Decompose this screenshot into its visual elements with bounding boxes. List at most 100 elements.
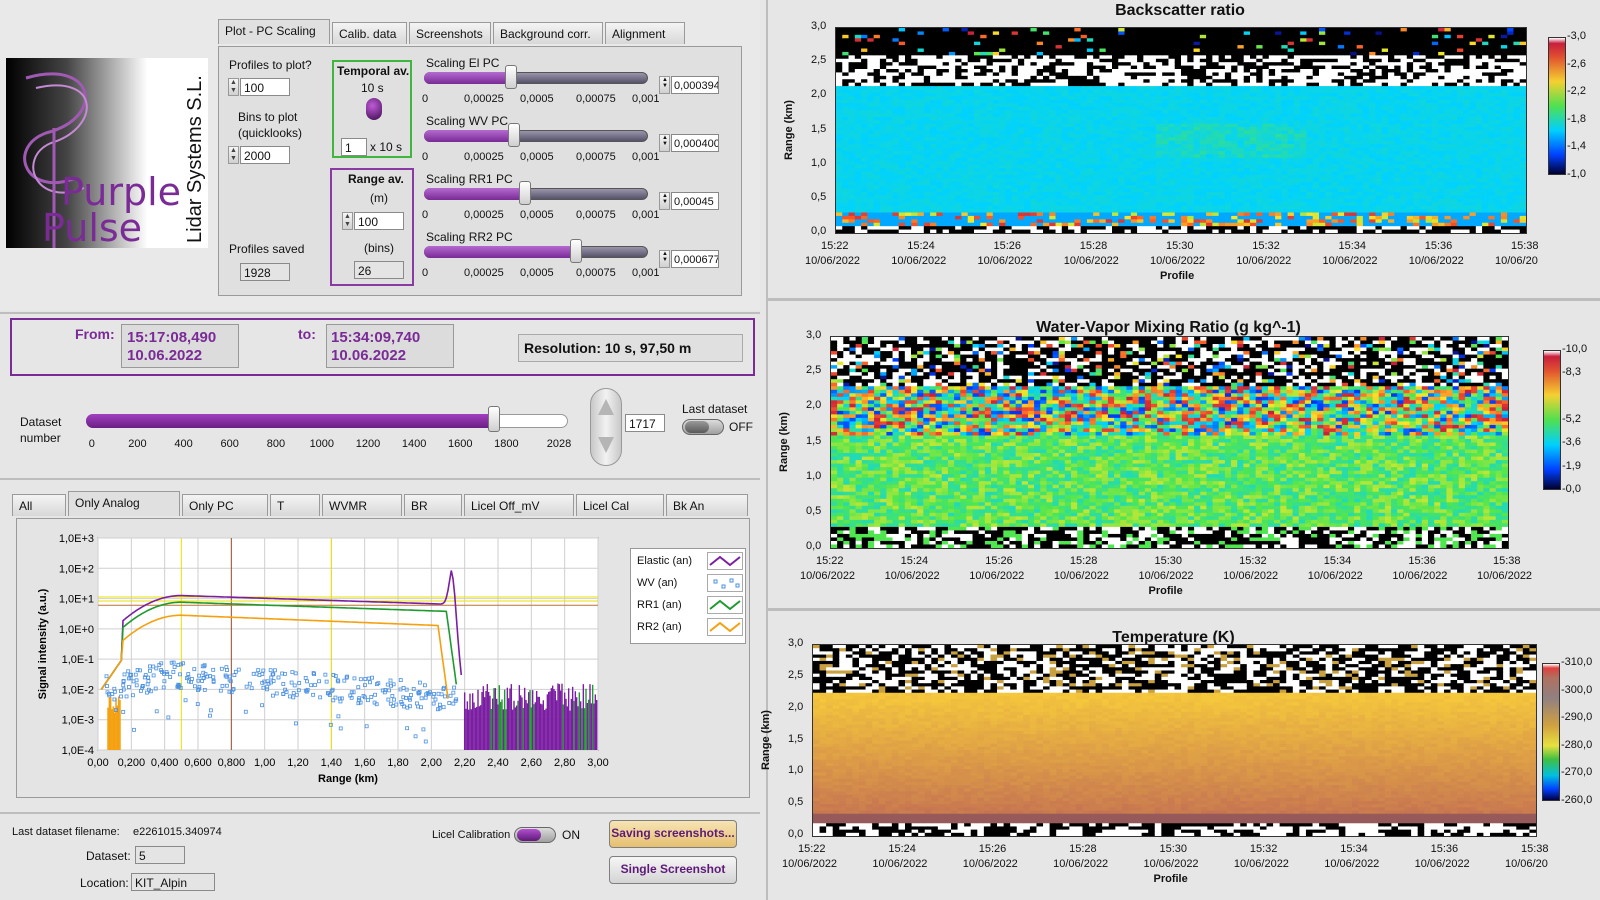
heatmap-x-tick-date: 10/06/2022 <box>1477 570 1532 582</box>
scaling-label: Scaling WV PC <box>426 114 508 128</box>
tab-screenshots[interactable]: Screenshots <box>409 22 491 44</box>
tab-licel-cal[interactable]: Licel Cal <box>576 494 664 516</box>
dataset-number-input[interactable]: 1717 <box>625 414 665 432</box>
settings-panel: Purple Pulse Lidar Systems S.L. Plot - P… <box>0 0 760 310</box>
profiles-to-plot-input[interactable]: 100 <box>240 78 290 96</box>
color-scale-tick: -270,0 <box>1561 766 1592 778</box>
x-tick-label: 1,40 <box>321 757 342 769</box>
from-time: 15:17:08,490 <box>127 329 216 346</box>
signal-legend: Elastic (an) WV (an) RR1 (an) RR2 (an) <box>630 548 746 644</box>
color-scale-tick: -1,8 <box>1567 113 1586 125</box>
dataset-tick-label: 1200 <box>356 438 380 450</box>
scaling-spinner[interactable]: ▲▼ <box>659 76 670 94</box>
legend-label: Elastic (an) <box>637 555 692 567</box>
tab-only-analog[interactable]: Only Analog <box>68 491 180 516</box>
dataset-tick-label: 600 <box>221 438 239 450</box>
licel-calibration-label: Licel Calibration <box>432 829 510 841</box>
heatmap-x-tick-date: 10/06/2022 <box>1139 570 1194 582</box>
heatmap-x-tick-date: 10/06/2022 <box>1392 570 1447 582</box>
color-scale-tick: -1,4 <box>1567 140 1586 152</box>
single-screenshot-button[interactable]: Single Screenshot <box>609 856 737 884</box>
heatmap-x-tick-date: 10/06/2022 <box>1409 255 1464 267</box>
to-label: to: <box>298 326 316 342</box>
stepper-down-icon[interactable] <box>598 437 614 453</box>
tab-background-corr[interactable]: Background corr. <box>493 22 603 44</box>
y-axis-label: Signal intensity (a.u.) <box>37 588 49 699</box>
heatmap-y-tick: 1,0 <box>806 470 821 482</box>
licel-calibration-toggle[interactable] <box>514 827 556 843</box>
temporal-av-knob[interactable] <box>366 98 382 120</box>
scaling-tick-label: 0,0005 <box>520 93 554 105</box>
dataset-slider-thumb[interactable] <box>488 406 501 432</box>
tab-only-pc[interactable]: Only PC <box>182 494 268 516</box>
tab-all[interactable]: All <box>12 494 66 516</box>
color-scale-bar <box>1542 663 1560 801</box>
location-value: KIT_Alpin <box>131 873 215 891</box>
scaling-tick-label: 0 <box>422 209 428 221</box>
profiles-to-plot-label: Profiles to plot? <box>229 58 312 72</box>
tab-licel-off[interactable]: Licel Off_mV <box>464 494 574 516</box>
color-scale-tick: -2,6 <box>1567 58 1586 70</box>
last-dataset-toggle[interactable] <box>682 419 724 435</box>
legend-label: RR1 (an) <box>637 599 682 611</box>
scaling-slider-thumb[interactable] <box>507 123 520 147</box>
x-tick-label: 2,40 <box>487 757 508 769</box>
color-scale-tick: -2,2 <box>1567 85 1586 97</box>
profiles-spinner[interactable]: ▲ ▼ <box>228 78 239 96</box>
color-scale-tick: -10,0 <box>1562 343 1587 355</box>
scaling-slider-thumb[interactable] <box>570 239 583 263</box>
heatmap-x-tick-date: 10/06/2022 <box>1144 858 1199 870</box>
heatmap-x-tick-date: 10/06/2022 <box>800 570 855 582</box>
saving-screenshots-button[interactable]: Saving screenshots... <box>609 820 737 848</box>
tab-calib-data[interactable]: Calib. data <box>332 22 407 44</box>
tab-plot-pc-scaling[interactable]: Plot - PC Scaling <box>218 19 330 44</box>
color-scale-tick: -300,0 <box>1561 684 1592 696</box>
heatmap-y-tick: 0,5 <box>806 505 821 517</box>
scaling-value-input[interactable]: 0,00045 <box>671 192 719 210</box>
tab-t[interactable]: T <box>270 494 320 516</box>
scaling-value-input[interactable]: 0,000394 <box>671 76 719 94</box>
heatmap-x-tick-time: 15:30 <box>1166 240 1194 252</box>
scaling-spinner[interactable]: ▲▼ <box>659 192 670 210</box>
scaling-tick-label: 0,00025 <box>464 267 504 279</box>
bins-input[interactable]: 2000 <box>240 146 290 164</box>
scaling-slider-thumb[interactable] <box>505 65 518 89</box>
scaling-spinner[interactable]: ▲▼ <box>659 134 670 152</box>
top-tab-strip: Plot - PC Scaling Calib. data Screenshot… <box>218 19 748 47</box>
heatmap-x-tick-time: 15:36 <box>1408 555 1436 567</box>
tab-bk-an[interactable]: Bk An <box>666 494 748 516</box>
scaling-value-input[interactable]: 0,000677 <box>671 250 719 268</box>
heatmap-x-tick-date: 10/06/2022 <box>885 570 940 582</box>
heatmap-x-tick-time: 15:22 <box>821 240 849 252</box>
heatmap-x-tick-time: 15:34 <box>1340 843 1368 855</box>
scaling-slider-thumb[interactable] <box>518 181 531 205</box>
range-av-spinner[interactable]: ▲ ▼ <box>342 212 353 230</box>
stepper-up-icon[interactable] <box>598 399 614 415</box>
dataset-stepper[interactable] <box>590 388 622 466</box>
heatmap-x-tick-time: 15:22 <box>798 843 826 855</box>
to-time: 15:34:09,740 <box>331 329 420 346</box>
dataset-tick-label: 400 <box>174 438 192 450</box>
heatmap-y-tick: 0,0 <box>811 225 826 237</box>
x-tick-label: 1,80 <box>387 757 408 769</box>
scaling-spinner[interactable]: ▲▼ <box>659 250 670 268</box>
purple-pulse-logo: Purple Pulse Lidar Systems S.L. <box>6 58 208 250</box>
heatmap-x-tick-date: 10/06/2022 <box>1308 570 1363 582</box>
range-av-m-input[interactable]: 100 <box>354 212 404 230</box>
bins-spinner[interactable]: ▲ ▼ <box>228 146 239 164</box>
scaling-tick-label: 0 <box>422 267 428 279</box>
dataset-footer-value: 5 <box>135 846 185 864</box>
bottom-tab-strip: All Only Analog Only PC T WVMR BR Licel … <box>12 491 752 519</box>
color-scale-tick: -290,0 <box>1561 711 1592 723</box>
heatmap-x-tick-date: 10/06/2022 <box>1415 858 1470 870</box>
divider <box>0 478 760 480</box>
scaling-tick-label: 0,0005 <box>520 209 554 221</box>
temporal-av-input[interactable]: 1 <box>341 138 367 156</box>
tab-alignment[interactable]: Alignment <box>605 22 685 44</box>
tab-br[interactable]: BR <box>404 494 462 516</box>
tab-wvmr[interactable]: WVMR <box>322 494 402 516</box>
heatmap-x-tick-time: 15:38 <box>1511 240 1539 252</box>
scaling-value-input[interactable]: 0,000400 <box>671 134 719 152</box>
x-tick-label: 1,00 <box>254 757 275 769</box>
heatmap-y-tick: 3,0 <box>806 329 821 341</box>
